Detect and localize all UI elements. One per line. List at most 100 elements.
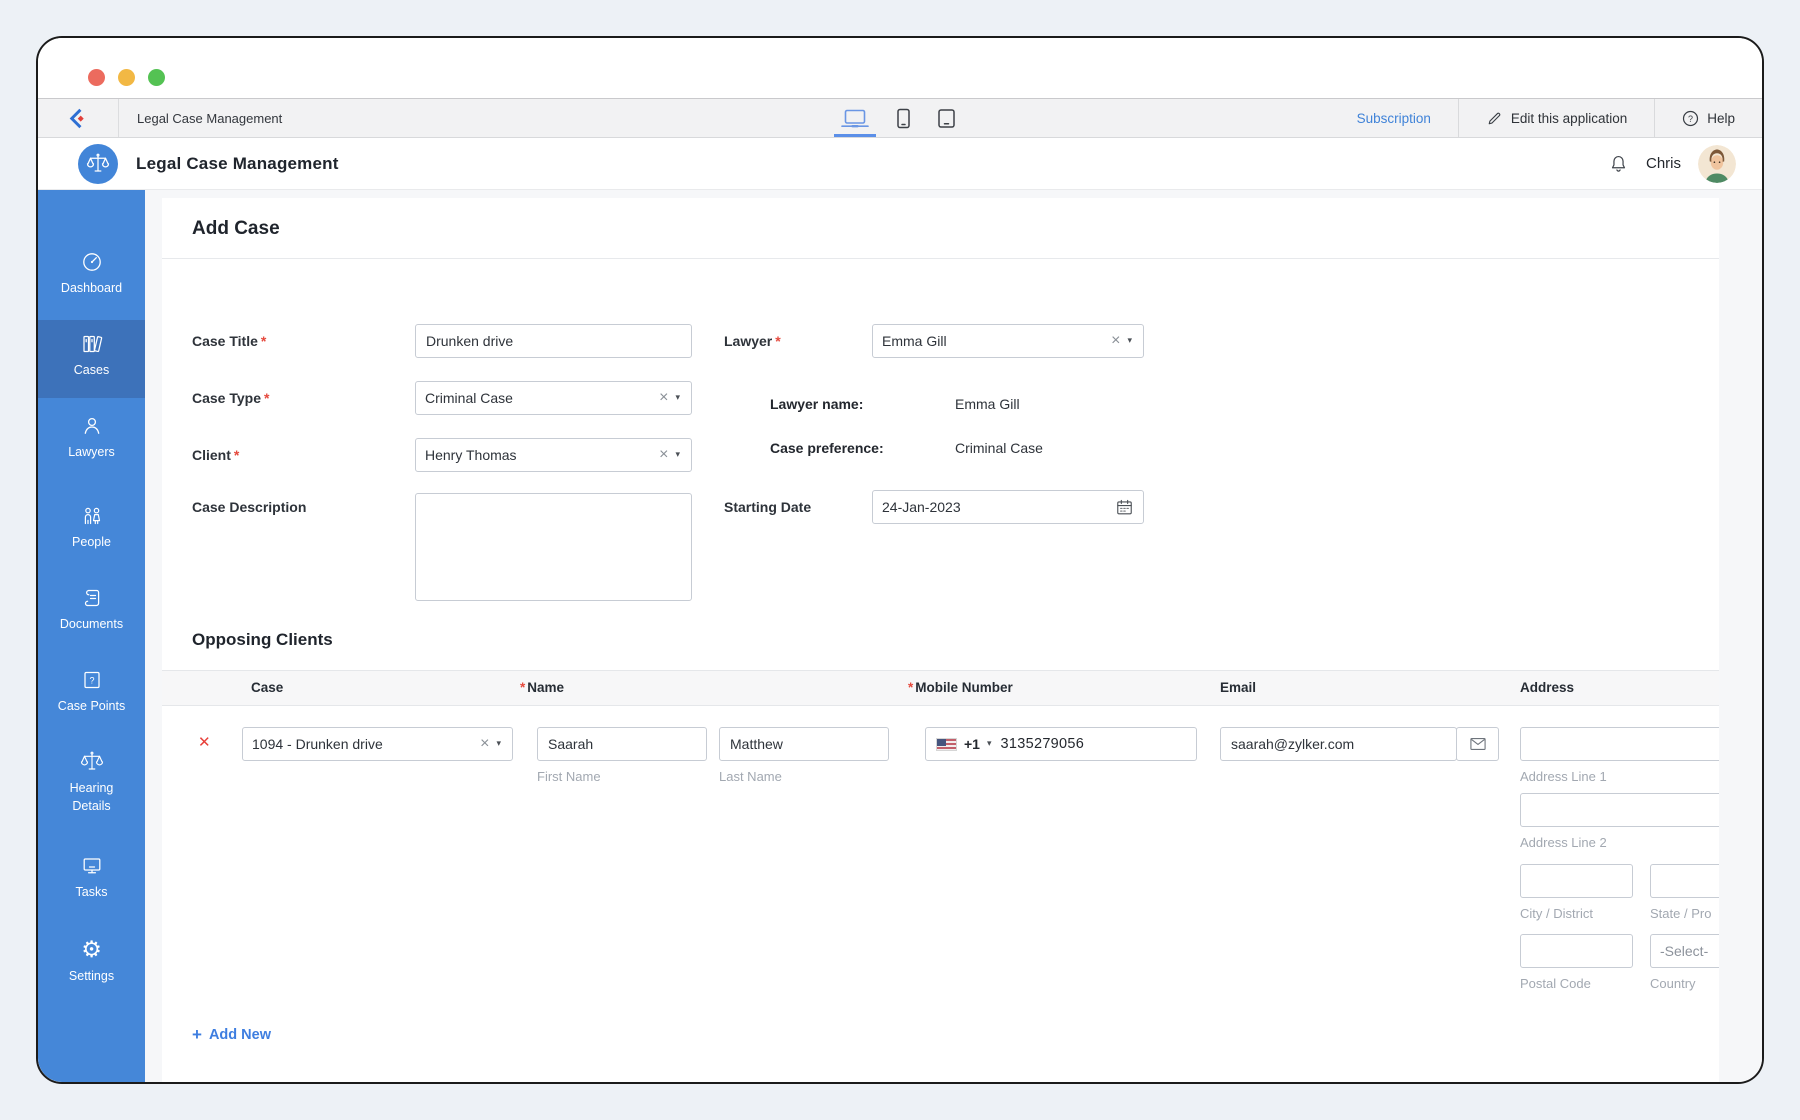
country-select[interactable]: -Select- [1650, 934, 1719, 968]
opposing-clients-title: Opposing Clients [192, 630, 333, 649]
device-preview-switcher [834, 99, 958, 137]
form-title: Add Case [192, 218, 280, 239]
user-name[interactable]: Chris [1646, 155, 1681, 172]
tablet-preview-button[interactable] [935, 99, 958, 137]
sidebar-item-documents[interactable]: Documents [38, 586, 145, 633]
case-title-label: Case Title * [192, 333, 267, 349]
app-header: Legal Case Management Chris [38, 138, 1762, 190]
clear-icon[interactable]: × [655, 390, 675, 406]
dashboard-gauge-icon [38, 250, 145, 274]
country-code[interactable]: +1 [964, 736, 980, 752]
minimize-window-button[interactable] [118, 69, 135, 86]
last-name-input[interactable] [719, 727, 889, 761]
lawyer-select[interactable]: Emma Gill × ▾ [872, 324, 1144, 358]
address-line2-hint: Address Line 2 [1520, 835, 1607, 850]
tablet-icon [937, 108, 956, 129]
question-box-icon: ? [38, 668, 145, 692]
row-case-select[interactable]: 1094 - Drunken drive × ▾ [242, 727, 513, 761]
close-window-button[interactable] [88, 69, 105, 86]
gear-icon: ⚙ [81, 937, 102, 963]
send-email-button[interactable] [1456, 727, 1499, 761]
chevron-down-icon[interactable]: ▾ [987, 739, 994, 749]
first-name-input[interactable] [537, 727, 707, 761]
email-input[interactable] [1220, 727, 1457, 761]
state-province-input[interactable] [1650, 864, 1719, 898]
starting-date-input[interactable]: 24-Jan-2023 [872, 490, 1144, 524]
main-content: Add Case Case Title* Case Type* Criminal… [145, 190, 1762, 1082]
address-line1-hint: Address Line 1 [1520, 769, 1607, 784]
people-icon [38, 504, 145, 528]
case-description-label: Case Description [192, 499, 307, 515]
col-case: Case [251, 680, 284, 695]
page-title: Legal Case Management [136, 153, 339, 173]
case-description-textarea[interactable] [415, 493, 692, 601]
sidebar-item-hearing-details[interactable]: Hearing Details [38, 750, 145, 815]
delete-row-icon[interactable]: ✕ [198, 733, 211, 751]
chevron-down-icon[interactable]: ▾ [675, 450, 682, 460]
edit-application-button[interactable]: Edit this application [1457, 99, 1654, 137]
client-label: Client * [192, 447, 240, 463]
client-select[interactable]: Henry Thomas × ▾ [415, 438, 692, 472]
app-logo [78, 144, 118, 184]
postal-code-input[interactable] [1520, 934, 1633, 968]
sidebar-item-case-points[interactable]: ? Case Points [38, 668, 145, 715]
col-mobile: * Mobile Number [908, 680, 1013, 695]
toolbar-actions: Subscription Edit this application ? Hel… [1330, 99, 1762, 137]
state-province-hint: State / Pro [1650, 906, 1712, 921]
case-preference-value: Criminal Case [955, 440, 1043, 456]
laptop-icon [840, 108, 870, 129]
notification-bell-icon[interactable] [1608, 153, 1629, 175]
sidebar-item-people[interactable]: People [38, 504, 145, 551]
plus-icon: + [192, 1025, 202, 1044]
case-binders-icon [38, 332, 145, 356]
add-case-card: Add Case Case Title* Case Type* Criminal… [162, 198, 1719, 1082]
sidebar-item-tasks[interactable]: Tasks [38, 854, 145, 901]
col-address: Address [1520, 680, 1575, 695]
phone-number-value[interactable]: 3135279056 [1001, 736, 1085, 752]
lawyer-name-value: Emma Gill [955, 396, 1020, 412]
clear-icon[interactable]: × [476, 736, 496, 752]
country-hint: Country [1650, 976, 1696, 991]
user-avatar[interactable] [1698, 144, 1736, 183]
postal-code-hint: Postal Code [1520, 976, 1591, 991]
app-window: Legal Case Management Subscription Edit … [36, 36, 1764, 1084]
chevron-down-icon[interactable]: ▾ [496, 739, 503, 749]
chevron-down-icon[interactable]: ▾ [675, 393, 682, 403]
creator-home-button[interactable] [38, 99, 119, 137]
sidebar-item-cases[interactable]: Cases [38, 320, 145, 398]
chevron-down-icon[interactable]: ▾ [1127, 336, 1134, 346]
address-line2-input[interactable] [1520, 793, 1719, 827]
toolbar-app-name: Legal Case Management [137, 110, 283, 126]
sidebar-item-lawyers[interactable]: Lawyers [38, 414, 145, 461]
add-new-row-button[interactable]: + Add New [192, 1026, 271, 1043]
phone-preview-button[interactable] [894, 99, 913, 137]
case-preference-label: Case preference: [770, 440, 884, 456]
col-email: Email [1220, 680, 1257, 695]
header-right: Chris [1608, 138, 1736, 189]
clear-icon[interactable]: × [655, 447, 675, 463]
city-district-hint: City / District [1520, 906, 1593, 921]
sidebar-item-dashboard[interactable]: Dashboard [38, 250, 145, 297]
zoho-creator-logo-icon [66, 106, 91, 131]
last-name-hint: Last Name [719, 769, 782, 784]
help-circle-icon: ? [1682, 110, 1699, 127]
pencil-icon [1486, 110, 1503, 127]
city-district-input[interactable] [1520, 864, 1633, 898]
clear-icon[interactable]: × [1107, 333, 1127, 349]
case-type-label: Case Type * [192, 390, 270, 406]
mobile-number-input[interactable]: +1 ▾ 3135279056 [925, 727, 1197, 761]
sidebar-item-settings[interactable]: ⚙ Settings [38, 938, 145, 985]
help-button[interactable]: ? Help [1654, 99, 1762, 137]
case-title-input[interactable] [415, 324, 692, 358]
address-line1-input[interactable] [1520, 727, 1719, 761]
lawyer-name-label: Lawyer name: [770, 396, 864, 412]
divider [162, 258, 1719, 259]
svg-text:?: ? [1688, 113, 1693, 123]
subscription-link[interactable]: Subscription [1330, 99, 1458, 137]
svg-text:?: ? [89, 675, 94, 685]
case-type-select[interactable]: Criminal Case × ▾ [415, 381, 692, 415]
sidebar-nav: Dashboard Cases Lawyers People Documents… [38, 190, 145, 1082]
desktop-preview-button[interactable] [834, 99, 876, 137]
zoom-window-button[interactable] [148, 69, 165, 86]
calendar-icon[interactable] [1115, 498, 1134, 517]
